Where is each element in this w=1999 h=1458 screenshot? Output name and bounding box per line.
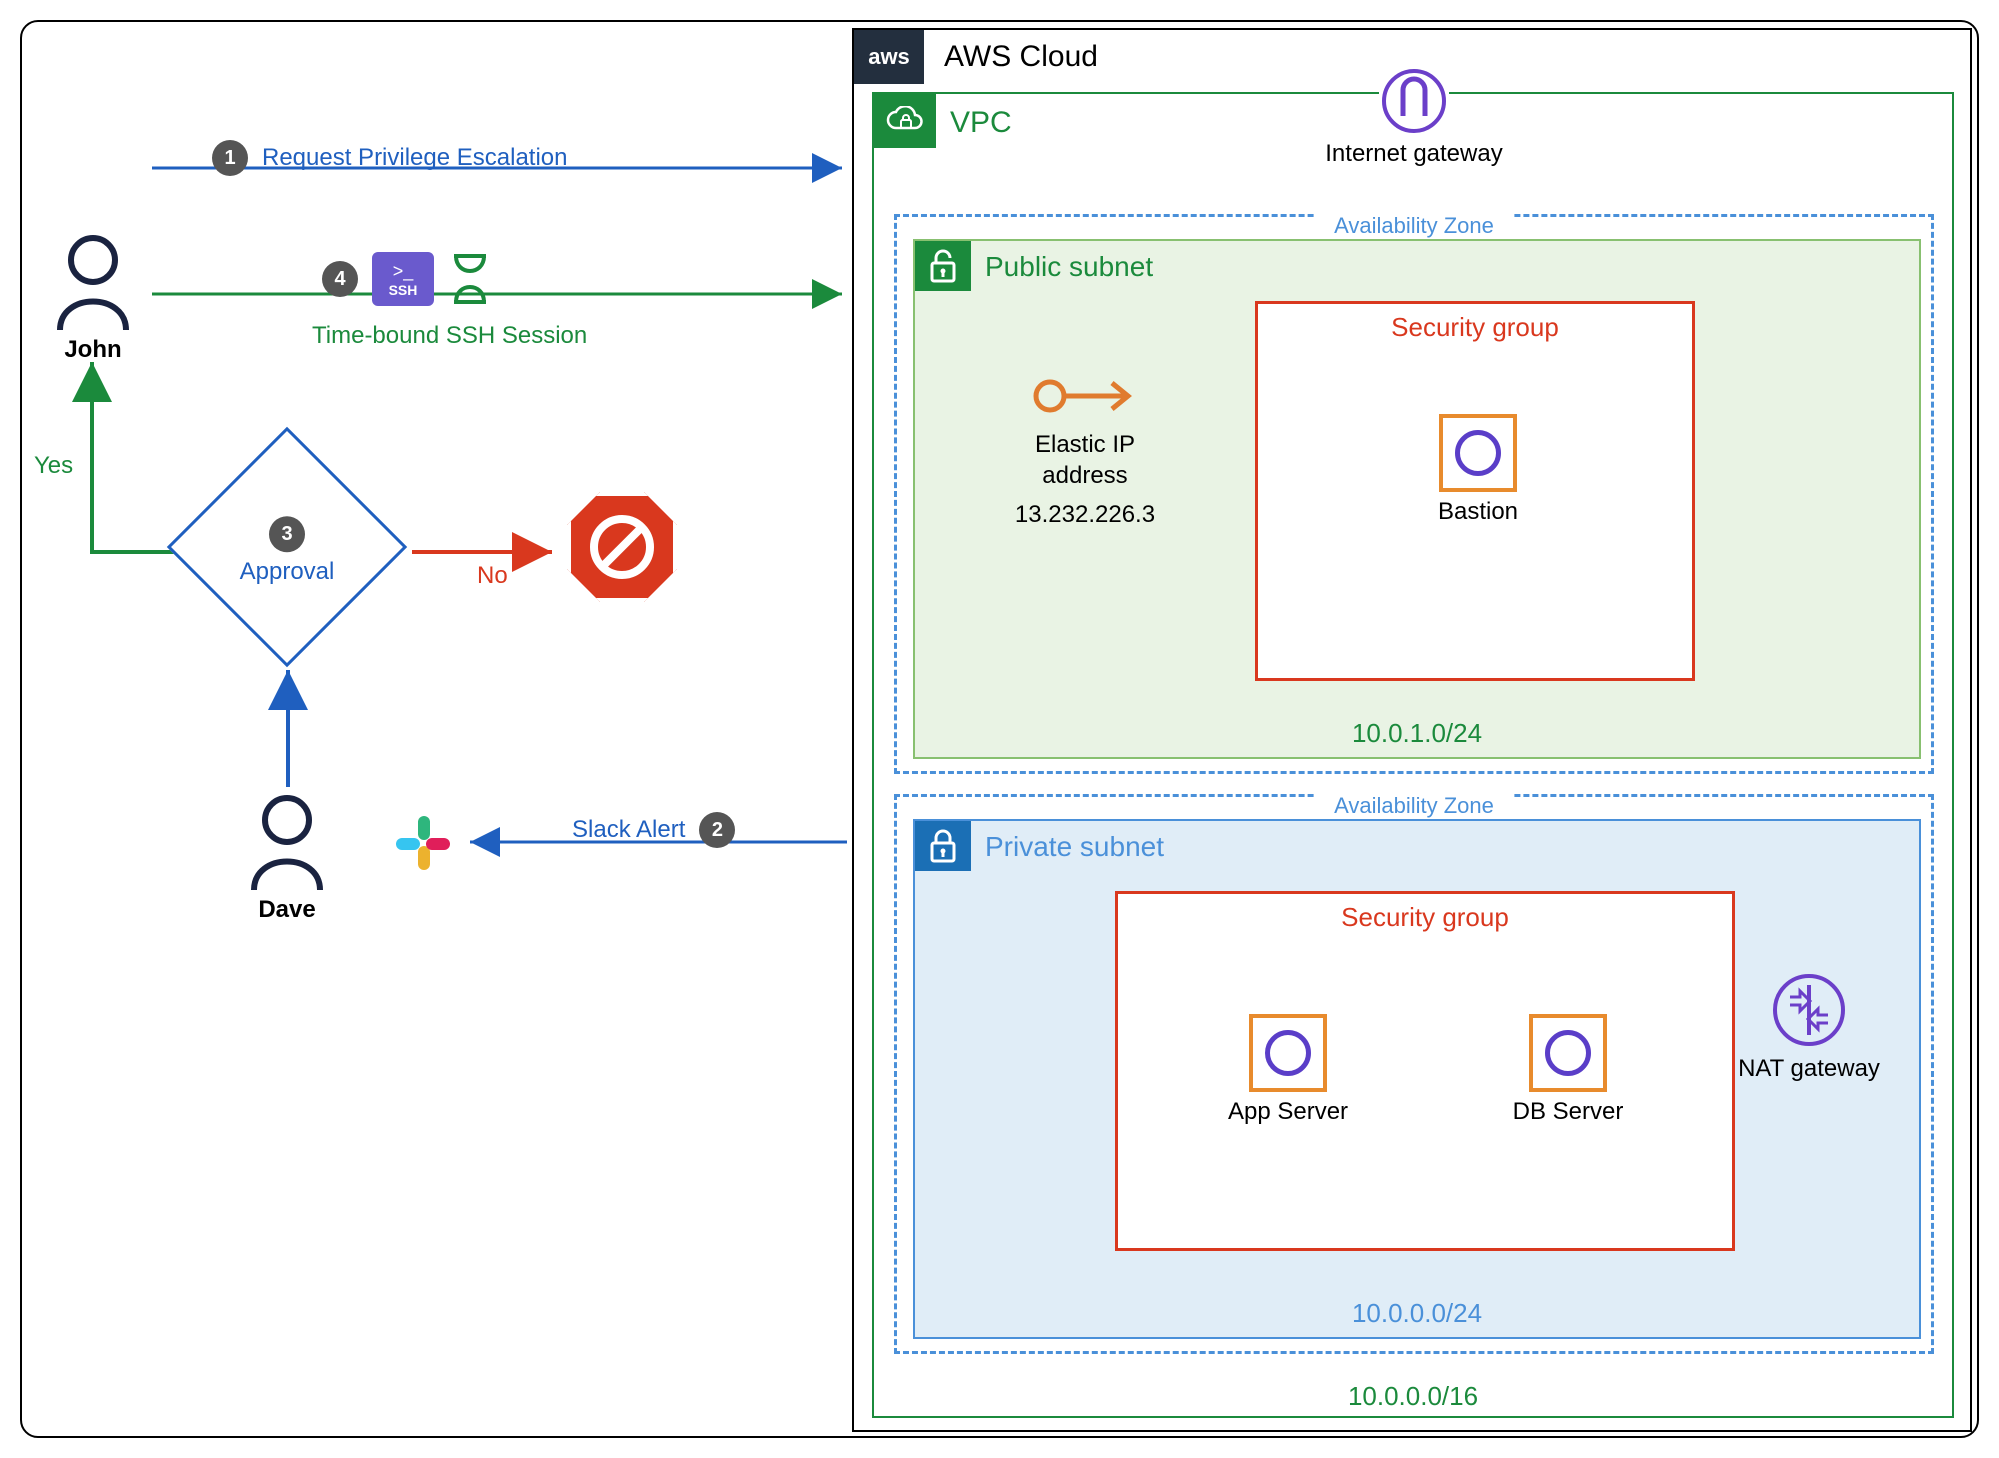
public-subnet-title: Public subnet (985, 251, 1153, 283)
private-sg: Security group App Server DB Server (1115, 891, 1735, 1251)
db-label: DB Server (1488, 1098, 1648, 1126)
public-subnet-badge (915, 241, 971, 291)
ssh-icon: >_ SSH (372, 252, 434, 306)
private-subnet-badge (915, 821, 971, 871)
vpc-title: VPC (950, 106, 1012, 140)
step2-badge: 2 (699, 812, 735, 848)
private-sg-title: Security group (1118, 902, 1732, 933)
approval-diamond: 3 Approval (202, 462, 372, 632)
step2-row (392, 812, 452, 872)
public-subnet-cidr: 10.0.1.0/24 (915, 718, 1919, 749)
app-server-node: App Server (1208, 1014, 1368, 1126)
az-private: Availability Zone Private subnet 10.0.0.… (894, 794, 1934, 1354)
nat-gateway: NAT gateway (1729, 971, 1889, 1083)
user-icon (242, 792, 332, 892)
step4-label: 4 >_ SSH (322, 252, 492, 306)
ec2-icon (1439, 414, 1517, 492)
igw-label: Internet gateway (1254, 140, 1574, 168)
private-subnet: Private subnet 10.0.0.0/24 Security grou… (913, 819, 1921, 1339)
internet-gateway-icon (1379, 66, 1449, 136)
private-subnet-cidr: 10.0.0.0/24 (915, 1298, 1919, 1329)
vpc-badge (874, 94, 936, 148)
step3-text: Approval (240, 558, 335, 586)
step2-label: Slack Alert 2 (572, 812, 735, 848)
arrow-up (268, 662, 308, 792)
architecture-diagram: John 1 Request Privilege Escalation 4 >_… (20, 20, 1979, 1438)
public-subnet: Public subnet 10.0.1.0/24 Elastic IP add… (913, 239, 1921, 759)
prohibit-icon (587, 512, 657, 582)
ec2-icon (1529, 1014, 1607, 1092)
nat-gateway-icon (1770, 971, 1848, 1049)
lock-open-icon (928, 249, 958, 283)
lock-icon (928, 829, 958, 863)
bastion-label: Bastion (1408, 498, 1548, 526)
elastic-ip-icon (1030, 371, 1140, 421)
aws-cloud-title: AWS Cloud (944, 40, 1098, 74)
step4-row (152, 274, 852, 314)
elastic-ip: Elastic IP address 13.232.226.3 (975, 371, 1195, 531)
db-server-node: DB Server (1488, 1014, 1648, 1126)
slack-icon (392, 812, 452, 872)
public-sg-title: Security group (1258, 312, 1692, 343)
step3-badge: 3 (269, 516, 305, 552)
actor-dave: Dave (242, 792, 332, 924)
cloud-lock-icon (886, 106, 924, 136)
actor-dave-label: Dave (242, 896, 332, 924)
step1-badge: 1 (212, 140, 248, 176)
vpc-cidr: 10.0.0.0/16 (874, 1381, 1952, 1412)
public-sg: Security group Bastion (1255, 301, 1695, 681)
az-label: Availability Zone (1314, 793, 1514, 819)
nat-label: NAT gateway (1729, 1055, 1889, 1083)
step4-text: Time-bound SSH Session (312, 322, 587, 350)
vpc-frame: VPC 10.0.0.0/16 Internet gateway Availab… (872, 92, 1954, 1418)
internet-gateway: Internet gateway (1254, 66, 1574, 168)
yes-label: Yes (34, 452, 73, 480)
eip-value: 13.232.226.3 (975, 499, 1195, 530)
az-label: Availability Zone (1314, 213, 1514, 239)
step1-label: 1 Request Privilege Escalation (212, 140, 568, 176)
stop-sign (567, 492, 677, 602)
actor-john: John (48, 232, 138, 364)
ec2-icon (1249, 1014, 1327, 1092)
bastion-node: Bastion (1408, 414, 1548, 526)
aws-cloud-frame: aws AWS Cloud VPC 10.0.0.0/16 Internet g… (852, 28, 1972, 1432)
private-subnet-title: Private subnet (985, 831, 1164, 863)
step2-text: Slack Alert (572, 816, 685, 844)
user-icon (48, 232, 138, 332)
arrow-step4 (152, 274, 852, 314)
aws-logo-badge: aws (854, 30, 924, 84)
az-public: Availability Zone Public subnet 10.0.1.0… (894, 214, 1934, 774)
app-label: App Server (1208, 1098, 1368, 1126)
step4-badge: 4 (322, 261, 358, 297)
no-label: No (477, 562, 508, 590)
hourglass-icon (448, 252, 492, 306)
dave-to-approval (268, 662, 308, 792)
eip-label: Elastic IP address (975, 429, 1195, 491)
step1-text: Request Privilege Escalation (262, 144, 568, 172)
